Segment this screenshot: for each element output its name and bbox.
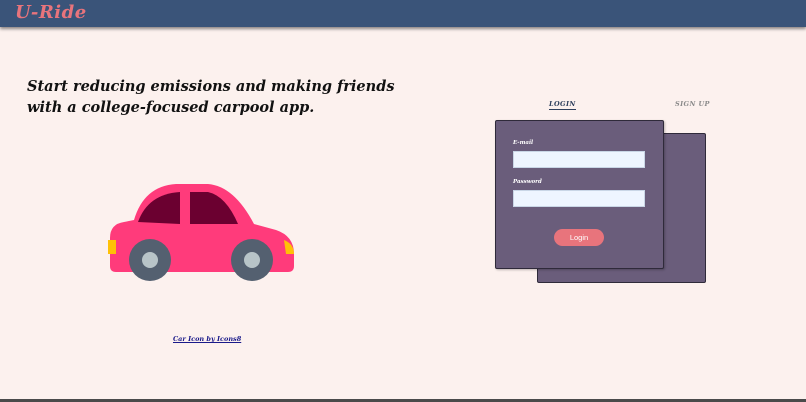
app-logo[interactable]: U-Ride: [15, 2, 87, 23]
password-field[interactable]: [513, 190, 645, 207]
email-label: E-mail: [513, 140, 534, 146]
password-label: Password: [513, 179, 542, 185]
tab-signup[interactable]: SIGN UP: [675, 100, 710, 108]
login-form-card: E-mail Password Login: [495, 120, 664, 269]
car-icon: [108, 184, 294, 281]
login-button[interactable]: Login: [554, 229, 604, 246]
email-field[interactable]: [513, 151, 645, 168]
hero-headline: Start reducing emissions and making frie…: [27, 76, 407, 118]
tab-login[interactable]: LOGIN: [549, 100, 576, 110]
icon-credit-link[interactable]: Car Icon by Icons8: [173, 335, 241, 343]
headline-line-1: Start reducing emissions and making frie…: [27, 78, 395, 95]
top-navbar: U-Ride: [0, 0, 806, 27]
headline-line-2: with a college-focused carpool app.: [27, 99, 315, 116]
